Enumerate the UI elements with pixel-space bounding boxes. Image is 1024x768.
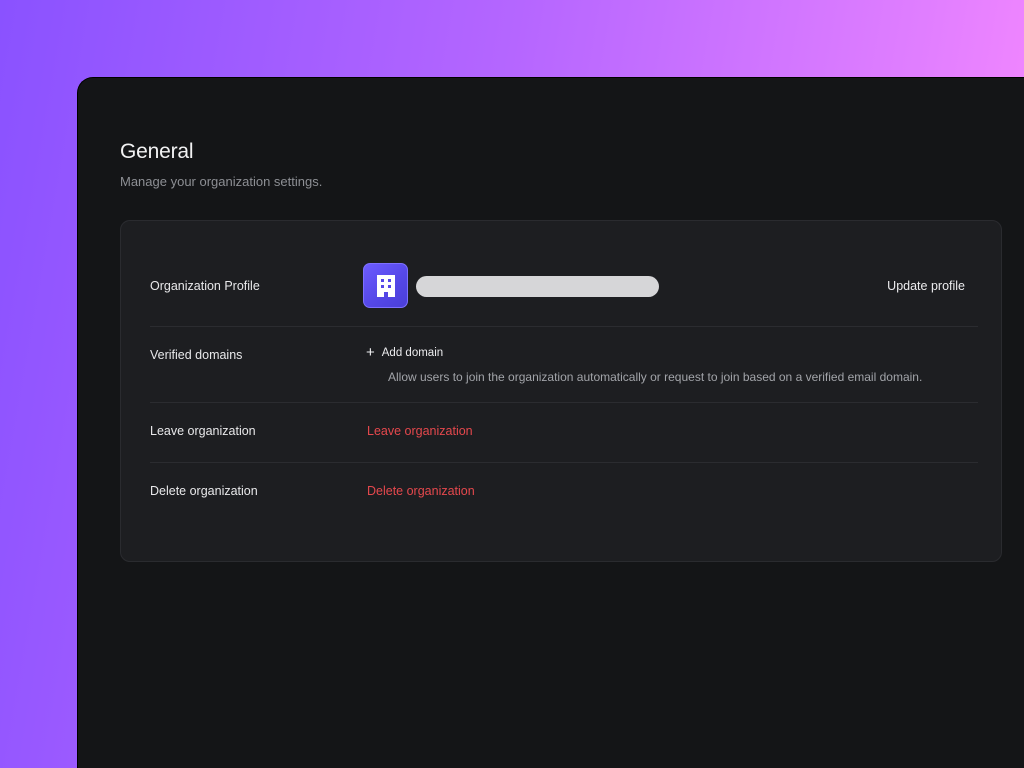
verified-domains-label: Verified domains (150, 348, 243, 362)
leave-organization-button[interactable]: Leave organization (367, 424, 473, 438)
organization-name-placeholder (416, 276, 659, 297)
settings-window: General Manage your organization setting… (77, 77, 1024, 768)
leave-organization-row: Leave organization Leave organization (150, 403, 978, 463)
organization-profile-row: Organization Profile Update profile (150, 249, 978, 327)
plus-icon: + (366, 344, 375, 361)
delete-organization-button[interactable]: Delete organization (367, 484, 475, 498)
add-domain-button[interactable]: + Add domain (366, 344, 444, 361)
building-icon (377, 275, 395, 297)
leave-organization-label: Leave organization (150, 424, 256, 438)
organization-logo (363, 263, 408, 308)
add-domain-label: Add domain (381, 347, 444, 359)
verified-domains-description: Allow users to join the organization aut… (388, 370, 923, 384)
verified-domains-row: Verified domains + Add domain Allow user… (150, 327, 978, 403)
update-profile-button[interactable]: Update profile (887, 279, 965, 293)
page-subtitle: Manage your organization settings. (120, 174, 323, 189)
delete-organization-label: Delete organization (150, 484, 258, 498)
organization-profile-label: Organization Profile (150, 279, 260, 293)
page-title: General (120, 140, 194, 163)
delete-organization-row: Delete organization Delete organization (150, 463, 978, 523)
settings-card: Organization Profile Update profile Veri… (120, 220, 1002, 562)
